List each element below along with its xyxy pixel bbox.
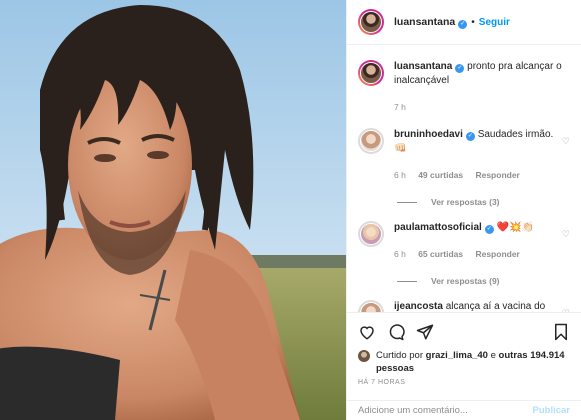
comment-username[interactable]: ijeancosta <box>394 301 443 312</box>
view-replies-button[interactable]: Ver respostas (3) <box>397 197 570 207</box>
liker-avatar[interactable] <box>358 350 370 362</box>
reply-button[interactable]: Responder <box>475 170 519 180</box>
instagram-post: luansantana ✓ • Seguir luansantana ✓ pront… <box>0 0 581 420</box>
author-avatar[interactable] <box>358 9 384 35</box>
post-header: luansantana ✓ • Seguir <box>347 0 581 45</box>
comment-likes[interactable]: 49 curtidas <box>418 170 463 180</box>
comment-icon[interactable] <box>387 323 405 341</box>
comment-like-heart-icon[interactable]: ♡ <box>562 136 570 147</box>
author-username[interactable]: luansantana ✓ <box>394 16 468 29</box>
comment-like-heart-icon[interactable]: ♡ <box>562 229 570 240</box>
comment-text: ❤️💥👏🏻 <box>496 222 534 233</box>
verified-badge-icon: ✓ <box>465 132 475 141</box>
reply-button[interactable]: Responder <box>475 249 519 259</box>
comment-item: bruninhoedavi ✓ Saudades irmão. 👊🏻 6 h 49… <box>358 128 570 182</box>
comment-time[interactable]: 6 h <box>394 170 406 180</box>
comment-likes[interactable]: 65 curtidas <box>418 249 463 259</box>
follow-button[interactable]: Seguir <box>479 17 510 28</box>
caption: luansantana ✓ pronto pra alcançar o inalc… <box>358 60 570 114</box>
comment-time[interactable]: 6 h <box>394 249 406 259</box>
comment-item: paulamattosoficial ✓ ❤️💥👏🏻 6 h 65 curtida… <box>358 221 570 261</box>
post-actions: Curtido por grazi_lima_40 e outras 194.9… <box>347 312 581 386</box>
comment-username[interactable]: bruninhoedavi ✓ <box>394 129 475 141</box>
comments-list[interactable]: luansantana ✓ pronto pra alcançar o inalc… <box>347 46 581 312</box>
verified-badge-icon: ✓ <box>458 19 468 29</box>
share-icon[interactable] <box>416 323 434 341</box>
caption-time[interactable]: 7 h <box>394 102 406 112</box>
caption-username[interactable]: luansantana ✓ <box>394 61 465 73</box>
commenter-avatar[interactable] <box>358 128 384 154</box>
separator-dot: • <box>471 16 475 28</box>
bookmark-icon[interactable] <box>552 323 570 341</box>
heart-icon[interactable] <box>358 323 376 341</box>
comment-item: ijeancosta alcança aí a vacina do ♡ <box>358 300 570 312</box>
comment-input[interactable]: Adicione um comentário... <box>358 405 468 416</box>
likes-summary: Curtido por grazi_lima_40 e outras 194.9… <box>358 349 570 375</box>
publish-button[interactable]: Publicar <box>533 405 571 416</box>
commenter-avatar[interactable] <box>358 300 384 312</box>
verified-badge-icon: ✓ <box>484 225 494 234</box>
comment-text: alcança aí a vacina do <box>445 301 546 312</box>
comment-username[interactable]: paulamattosoficial ✓ <box>394 222 494 234</box>
add-comment-bar: Adicione um comentário... Publicar <box>347 400 581 420</box>
verified-badge-icon: ✓ <box>455 64 465 73</box>
post-sidebar: luansantana ✓ • Seguir luansantana ✓ pront… <box>346 0 581 420</box>
post-photo[interactable] <box>0 0 346 420</box>
liker-username[interactable]: grazi_lima_40 <box>426 350 488 361</box>
author-avatar[interactable] <box>358 60 384 86</box>
selfie-image <box>0 0 346 420</box>
view-replies-button[interactable]: Ver respostas (9) <box>397 276 570 286</box>
commenter-avatar[interactable] <box>358 221 384 247</box>
post-timestamp[interactable]: HÁ 7 HORAS <box>358 379 570 386</box>
